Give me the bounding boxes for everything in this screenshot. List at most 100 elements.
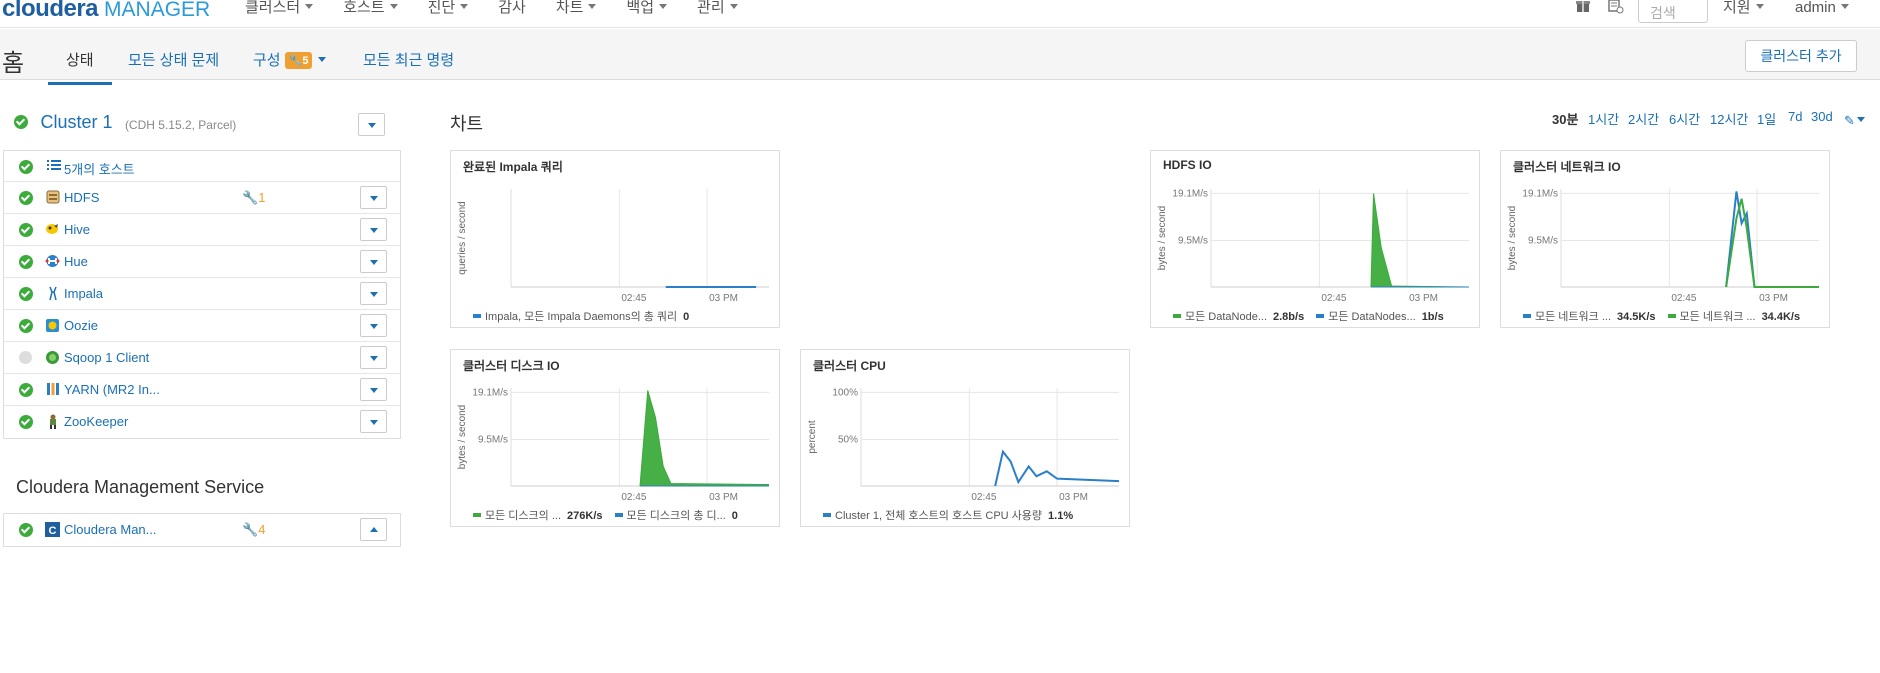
service-row-sqoop: Sqoop 1 Client xyxy=(4,342,400,374)
add-cluster-button[interactable]: 클러스터 추가 xyxy=(1745,40,1857,72)
menu-backup[interactable]: 백업 xyxy=(626,0,668,20)
service-link[interactable]: Hue xyxy=(64,254,88,269)
logo-sub: MANAGER xyxy=(104,0,211,21)
service-link[interactable]: ZooKeeper xyxy=(64,414,128,429)
time-range-option[interactable]: 2시간 xyxy=(1628,109,1659,128)
time-range-option[interactable]: 1시간 xyxy=(1588,109,1619,128)
service-actions-dropdown[interactable] xyxy=(360,378,387,401)
chart-legend: 모든 네트워크 ... 34.5K/s 모든 네트워크 ... 34.4K/s xyxy=(1523,308,1800,324)
service-actions-dropdown[interactable] xyxy=(360,282,387,305)
service-row-hue: Hue xyxy=(4,246,400,278)
menu-diagnostics[interactable]: 진단 xyxy=(428,0,469,20)
caret-down-icon xyxy=(368,123,376,128)
menu-admin[interactable]: 관리 xyxy=(697,0,738,20)
x-tick-label: 02:45 xyxy=(1671,293,1696,304)
menu-charts[interactable]: 차트 xyxy=(556,0,597,20)
legend-swatch xyxy=(1173,314,1181,318)
mgmt-actions-dropdown[interactable] xyxy=(360,518,387,541)
time-range-option[interactable]: 7d xyxy=(1788,109,1802,124)
menu-hosts[interactable]: 호스트 xyxy=(343,0,398,20)
service-row-oozie: Oozie xyxy=(4,310,400,342)
service-actions-dropdown[interactable] xyxy=(360,346,387,369)
legend-item[interactable]: 모든 디스크의 ... 276K/s xyxy=(473,507,603,523)
chart-panel[interactable]: 완료된 Impala 쿼리 queries / second 02:45 03 PM I… xyxy=(450,150,780,328)
list-icon xyxy=(46,159,61,174)
menu-audits[interactable]: 감사 xyxy=(498,0,526,20)
tab-all-health-issues[interactable]: 모든 상태 문제 xyxy=(128,49,219,70)
y-tick-label: 19.1M/s xyxy=(1522,188,1558,199)
chart-panel[interactable]: 클러스터 디스크 IO bytes / second 02:45 03 PM 19.1M… xyxy=(450,349,780,527)
legend-item[interactable]: 모든 네트워크 ... 34.4K/s xyxy=(1667,308,1800,324)
service-actions-dropdown[interactable] xyxy=(360,186,387,209)
service-link[interactable]: Hive xyxy=(64,222,90,237)
menu-clusters[interactable]: 클러스터 xyxy=(245,0,314,20)
status-good-icon xyxy=(19,287,33,301)
time-range-option[interactable]: 12시간 xyxy=(1710,109,1748,128)
legend-item[interactable]: 모든 DataNodes... 1b/s xyxy=(1316,308,1444,324)
service-actions-dropdown[interactable] xyxy=(360,218,387,241)
time-range-option[interactable]: 6시간 xyxy=(1669,109,1700,128)
chart-legend: Impala, 모든 Impala Daemons의 총 쿼리 0 xyxy=(473,308,689,324)
yarn-icon xyxy=(45,382,60,397)
tab-configuration[interactable]: 구성 🔧5 xyxy=(253,49,327,70)
sqoop-icon xyxy=(45,350,60,365)
caret-down-icon xyxy=(389,4,398,9)
service-link[interactable]: 5개의 호스트 xyxy=(64,159,135,178)
service-link[interactable]: Sqoop 1 Client xyxy=(64,350,149,365)
legend-label: Impala, 모든 Impala Daemons의 총 쿼리 xyxy=(485,311,678,323)
x-tick-label: 02:45 xyxy=(621,293,646,304)
service-link[interactable]: Oozie xyxy=(64,318,98,333)
y-tick-label: 9.5M/s xyxy=(1528,235,1558,246)
x-tick-label: 03 PM xyxy=(709,492,738,503)
edit-charts-menu[interactable]: ✎ xyxy=(1844,112,1865,136)
time-range-option[interactable]: 1일 xyxy=(1757,109,1776,128)
x-tick-label: 02:45 xyxy=(971,492,996,503)
support-menu[interactable]: 지원 xyxy=(1723,0,1764,24)
config-issues-count[interactable]: 🔧1 xyxy=(242,190,265,206)
tab-recent-commands[interactable]: 모든 최근 명령 xyxy=(363,49,454,70)
legend-item[interactable]: Cluster 1, 전체 호스트의 호스트 CPU 사용량 1.1% xyxy=(823,507,1073,523)
cloudera-logo[interactable]: cloudera MANAGER xyxy=(2,0,210,26)
tab-status[interactable]: 상태 xyxy=(48,49,112,85)
series-area xyxy=(640,390,769,486)
chart-panel[interactable]: 클러스터 CPU percent 02:45 03 PM 100% 50% Cluster … xyxy=(800,349,1130,527)
service-link[interactable]: YARN (MR2 In... xyxy=(64,382,160,397)
service-link[interactable]: HDFS xyxy=(64,190,99,205)
cluster-actions-dropdown[interactable] xyxy=(358,113,385,136)
chart-panel[interactable]: 클러스터 네트워크 IO bytes / second 02:45 03 PM 19.1… xyxy=(1500,150,1830,328)
zookeeper-icon xyxy=(45,414,60,429)
chart-legend: 모든 DataNode... 2.8b/s 모든 DataNodes... 1b/s xyxy=(1173,308,1444,324)
legend-item[interactable]: Impala, 모든 Impala Daemons의 총 쿼리 0 xyxy=(473,308,689,324)
parcel-icon[interactable] xyxy=(1575,0,1591,22)
legend-item[interactable]: 모든 디스크의 총 디... 0 xyxy=(614,507,738,523)
search-input[interactable]: 검색 xyxy=(1638,0,1708,23)
chart-panel[interactable]: HDFS IO bytes / second 02:45 03 PM 19.1M/s 9.… xyxy=(1150,150,1480,328)
config-issues-count[interactable]: 🔧4 xyxy=(242,522,265,538)
x-tick-label: 03 PM xyxy=(1409,293,1438,304)
legend-item[interactable]: 모든 DataNode... 2.8b/s xyxy=(1173,308,1304,324)
chart-legend: 모든 디스크의 ... 276K/s 모든 디스크의 총 디... 0 xyxy=(473,507,738,523)
time-range-option[interactable]: 30분 xyxy=(1552,109,1578,128)
user-menu[interactable]: admin xyxy=(1795,0,1849,24)
time-range-option[interactable]: 30d xyxy=(1811,109,1833,124)
legend-swatch xyxy=(473,314,481,318)
x-tick-label: 03 PM xyxy=(1059,492,1088,503)
legend-label: 모든 DataNode... xyxy=(1185,311,1267,323)
config-issues-badge: 🔧5 xyxy=(284,52,313,69)
legend-swatch xyxy=(473,513,481,517)
service-link[interactable]: Impala xyxy=(64,286,103,301)
service-row-yarn: YARN (MR2 In... xyxy=(4,374,400,406)
mgmt-service-list: C Cloudera Man... 🔧4 xyxy=(3,513,401,547)
chart-plot: bytes / second 02:45 03 PM 19.1M/s 9.5M/s xyxy=(457,387,770,503)
cluster-name-link[interactable]: Cluster 1 xyxy=(40,112,112,132)
service-actions-dropdown[interactable] xyxy=(360,314,387,337)
caret-down-icon xyxy=(1856,117,1865,122)
caret-down-icon xyxy=(370,356,378,361)
commands-icon[interactable] xyxy=(1607,0,1625,22)
mgmt-service-link[interactable]: Cloudera Man... xyxy=(64,522,157,537)
legend-item[interactable]: 모든 네트워크 ... 34.5K/s xyxy=(1523,308,1656,324)
hdfs-icon xyxy=(45,190,60,205)
service-actions-dropdown[interactable] xyxy=(360,250,387,273)
service-actions-dropdown[interactable] xyxy=(360,410,387,433)
mgmt-service-title: Cloudera Management Service xyxy=(16,477,265,497)
